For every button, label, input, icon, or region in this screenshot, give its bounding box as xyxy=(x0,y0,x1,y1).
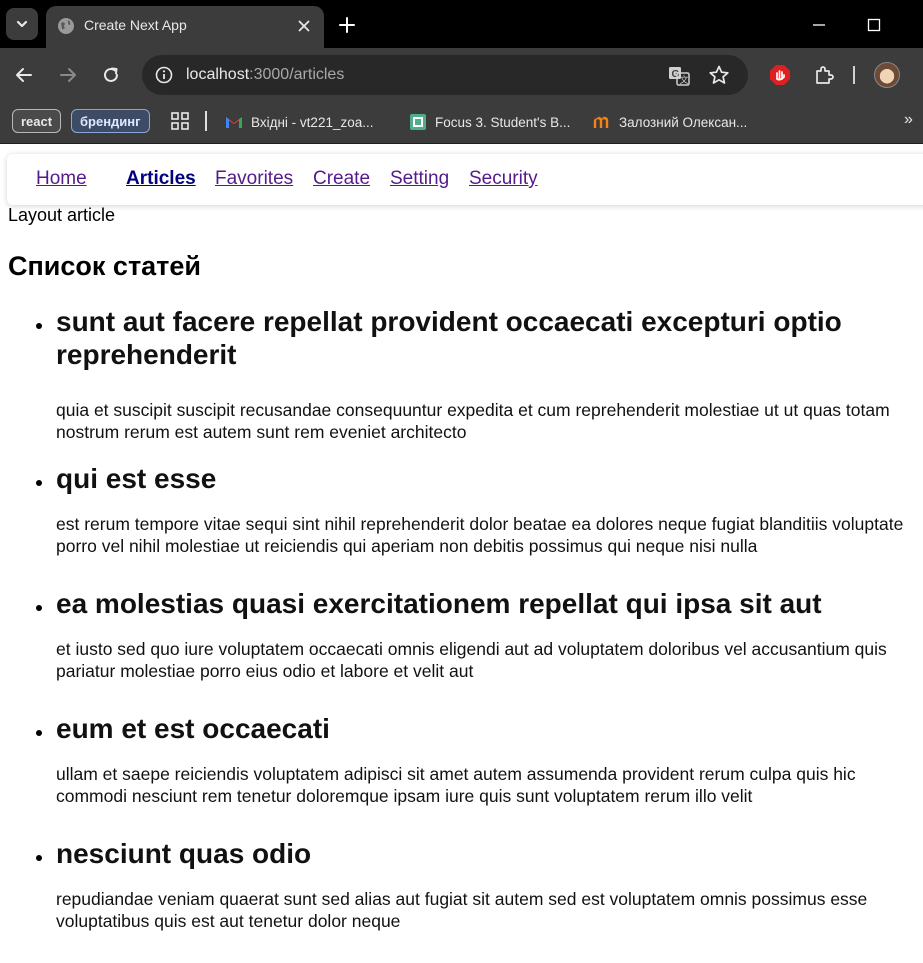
plus-icon xyxy=(339,17,355,33)
list-bullet xyxy=(36,323,42,329)
nav-link-articles[interactable]: Articles xyxy=(126,168,196,190)
extensions-menu-button[interactable] xyxy=(812,63,836,87)
puzzle-icon xyxy=(816,66,834,84)
svg-text:G: G xyxy=(672,69,680,80)
bookmark-folder-branding[interactable]: брендинг xyxy=(71,109,150,133)
article-title: nesciunt quas odio xyxy=(56,838,312,869)
back-icon xyxy=(16,68,32,82)
translate-icon[interactable]: G文 xyxy=(668,65,690,87)
page-viewport: Home Articles Favorites Create Setting S… xyxy=(0,145,923,963)
article-body: quia et suscipit suscipit recusandae con… xyxy=(56,400,890,442)
info-icon[interactable] xyxy=(155,66,173,84)
avatar[interactable] xyxy=(874,62,900,88)
list-bullet xyxy=(36,855,42,861)
svg-text:文: 文 xyxy=(680,74,689,86)
article-list: sunt aut facere repellat provident occae… xyxy=(0,305,923,962)
list-bullet xyxy=(36,730,42,736)
bookmark-folder-react[interactable]: react xyxy=(12,109,62,133)
back-button[interactable] xyxy=(12,63,36,87)
article-title: eum et est occaecati xyxy=(56,713,330,744)
site-navigation: Home Articles Favorites Create Setting S… xyxy=(7,154,923,205)
bookmark-label: Залозний Олексан... xyxy=(619,114,748,130)
url-path: :3000/articles xyxy=(249,66,345,83)
nav-link-home[interactable]: Home xyxy=(36,168,87,190)
maximize-icon xyxy=(867,18,881,32)
article-body: est rerum tempore vitae sequi sint nihil… xyxy=(56,514,904,556)
list-bullet xyxy=(36,605,42,611)
bookmarks-divider xyxy=(205,111,207,131)
extension-stop-icon xyxy=(770,65,790,85)
minimize-icon xyxy=(813,24,825,26)
list-item: ea molestias quasi exercitationem repell… xyxy=(0,587,923,712)
bookmark-label: Focus 3. Student's B... xyxy=(435,114,571,130)
bookmark-gmail[interactable]: Вхідні - vt221_zoa... xyxy=(225,112,373,132)
list-bullet xyxy=(36,480,42,486)
nav-link-create[interactable]: Create xyxy=(313,168,370,190)
url-text[interactable]: localhost:3000/articles xyxy=(186,66,344,84)
moodle-icon xyxy=(593,115,609,128)
tab-search-button[interactable] xyxy=(6,8,38,40)
tab-strip: Create Next App xyxy=(0,0,923,48)
article-body: et iusto sed quo iure voluptatem occaeca… xyxy=(56,639,887,681)
chevron-double-right-icon[interactable]: » xyxy=(904,111,920,131)
url-host: localhost xyxy=(186,66,250,83)
list-item: qui est esse est rerum tempore vitae seq… xyxy=(0,462,923,587)
address-bar[interactable]: localhost:3000/articles G文 xyxy=(142,55,748,95)
minimize-button[interactable] xyxy=(808,14,830,36)
article-title: qui est esse xyxy=(56,463,217,494)
forward-button[interactable] xyxy=(56,63,80,87)
star-icon[interactable] xyxy=(708,64,730,86)
close-icon xyxy=(298,20,310,32)
chevron-down-icon xyxy=(16,20,28,28)
bookmark-label: Вхідні - vt221_zoa... xyxy=(251,114,374,130)
browser-toolbar: localhost:3000/articles G文 xyxy=(0,48,923,102)
article-body: repudiandae veniam quaerat sunt sed alia… xyxy=(56,889,868,931)
gmail-icon xyxy=(226,117,242,128)
browser-tab[interactable]: Create Next App xyxy=(46,6,324,48)
extension-button[interactable] xyxy=(768,63,792,87)
nav-link-security[interactable]: Security xyxy=(469,168,538,190)
reload-icon xyxy=(104,67,118,82)
reload-button[interactable] xyxy=(99,63,123,87)
bookmarks-bar: react брендинг Вхідні - vt221_zoa... Foc… xyxy=(0,102,923,144)
bookmark-focus[interactable]: Focus 3. Student's B... xyxy=(409,112,570,132)
nav-link-setting[interactable]: Setting xyxy=(390,168,449,190)
focus-book-icon xyxy=(410,114,426,130)
article-body: ullam et saepe reiciendis voluptatem adi… xyxy=(56,764,856,806)
list-item: nesciunt quas odio repudiandae veniam qu… xyxy=(0,837,923,962)
apps-grid-icon[interactable] xyxy=(170,111,190,131)
new-tab-button[interactable] xyxy=(336,14,358,36)
list-item: sunt aut facere repellat provident occae… xyxy=(0,305,923,462)
layout-label: Layout article xyxy=(8,205,116,225)
bookmark-moodle[interactable]: Залозний Олексан... xyxy=(593,112,747,132)
article-title: sunt aut facere repellat provident occae… xyxy=(56,306,842,370)
close-tab-button[interactable] xyxy=(294,16,314,36)
page-title: Список статей xyxy=(8,251,202,281)
maximize-button[interactable] xyxy=(863,14,885,36)
nav-link-favorites[interactable]: Favorites xyxy=(215,168,293,190)
globe-icon xyxy=(58,18,74,34)
list-item: eum et est occaecati ullam et saepe reic… xyxy=(0,712,923,837)
forward-icon xyxy=(60,68,76,82)
tab-title: Create Next App xyxy=(84,17,187,33)
article-title: ea molestias quasi exercitationem repell… xyxy=(56,588,822,619)
toolbar-divider xyxy=(853,66,855,84)
